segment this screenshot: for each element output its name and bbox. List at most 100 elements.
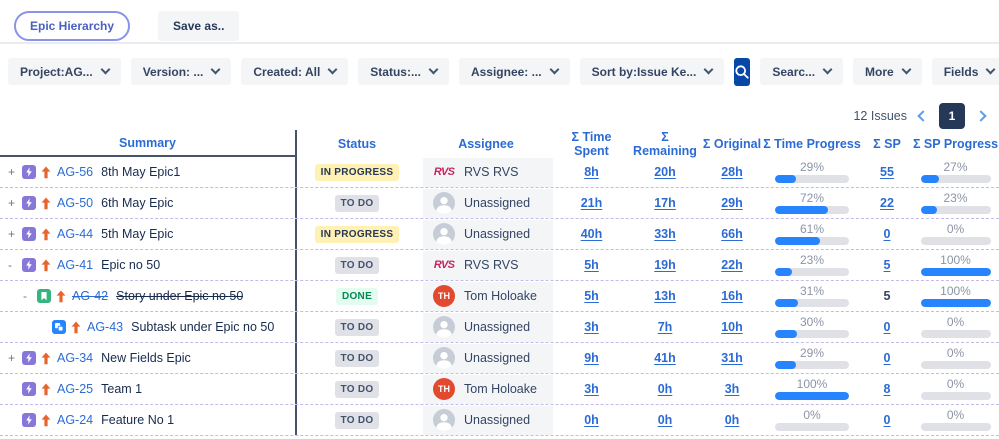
sp-progress-value: 0%	[947, 316, 964, 328]
sp-progress-value: 0%	[947, 409, 964, 421]
filter-dropdown[interactable]: Version: ...	[131, 58, 232, 85]
remaining-link[interactable]: 7h	[658, 320, 673, 334]
filter-dropdown[interactable]: Status:...	[358, 58, 449, 85]
expander-toggle[interactable]: -	[8, 258, 22, 272]
filter-dropdown[interactable]: Project:AG...	[8, 58, 121, 85]
sp-link[interactable]: 22	[880, 196, 894, 210]
sp-progress-bar: 100%	[921, 254, 991, 276]
expander-toggle[interactable]: +	[8, 196, 22, 210]
avatar: TH	[433, 285, 455, 307]
filter-label: Sort by:Issue Ke...	[592, 65, 697, 79]
original-link[interactable]: 29h	[721, 196, 743, 210]
sp-progress-value: 23%	[943, 192, 967, 204]
epic-icon	[22, 351, 36, 365]
page-number-button[interactable]: 1	[939, 103, 965, 129]
remaining-link[interactable]: 13h	[654, 289, 676, 303]
chevron-right-icon[interactable]	[975, 110, 986, 121]
issue-key-link[interactable]: AG-42	[72, 289, 108, 303]
issue-key-link[interactable]: AG-24	[57, 413, 93, 427]
search-button[interactable]	[734, 58, 750, 86]
status-badge: TO DO	[335, 381, 380, 398]
epic-icon	[22, 258, 36, 272]
column-header-2: Status	[297, 137, 417, 151]
time-spent-link[interactable]: 5h	[584, 258, 599, 272]
sp-progress-bar: 0%	[921, 409, 991, 431]
filter-dropdown[interactable]: Created: All	[241, 58, 348, 85]
remaining-link[interactable]: 20h	[654, 165, 676, 179]
time-spent-link[interactable]: 8h	[584, 165, 599, 179]
filter-dropdown[interactable]: Sort by:Issue Ke...	[580, 58, 725, 85]
epic-icon	[22, 165, 36, 179]
original-link[interactable]: 31h	[721, 351, 743, 365]
sp-progress-bar: 23%	[921, 192, 991, 214]
issue-key-link[interactable]: AG-50	[57, 196, 93, 210]
issue-key-link[interactable]: AG-34	[57, 351, 93, 365]
expander-toggle[interactable]: +	[8, 165, 22, 179]
column-header-9: Σ SP Progress	[912, 137, 999, 151]
remaining-link[interactable]: 19h	[654, 258, 676, 272]
view-selector-button[interactable]: Epic Hierarchy	[14, 11, 130, 41]
sp-link[interactable]: 0	[884, 320, 891, 334]
indent-spacer	[8, 296, 23, 297]
assignee-name: RVS RVS	[464, 165, 518, 179]
status-badge: TO DO	[335, 195, 380, 212]
original-link[interactable]: 66h	[721, 227, 743, 241]
expander-toggle[interactable]: +	[8, 227, 22, 241]
remaining-link[interactable]: 0h	[658, 413, 673, 427]
sp-link[interactable]: 55	[880, 165, 894, 179]
avatar	[433, 316, 455, 338]
table-row: + AG-50 6th May Epic TO DO Unassigned 21…	[0, 188, 999, 219]
column-header-4: Σ Time Spent	[555, 130, 628, 158]
search-dropdown[interactable]: Searc...	[760, 58, 843, 85]
status-badge: TO DO	[335, 319, 380, 336]
issue-key-link[interactable]: AG-44	[57, 227, 93, 241]
time-spent-link[interactable]: 5h	[584, 289, 599, 303]
filter-label: Project:AG...	[20, 65, 93, 79]
sp-link[interactable]: 0	[884, 227, 891, 241]
remaining-link[interactable]: 0h	[658, 382, 673, 396]
column-header-1: Summary	[0, 130, 297, 157]
time-spent-link[interactable]: 3h	[584, 382, 599, 396]
assignee-cell: TH Tom Holoake	[423, 282, 553, 311]
issues-table: SummaryStatusAssigneeΣ Time SpentΣ Remai…	[0, 130, 999, 436]
time-spent-link[interactable]: 21h	[581, 196, 603, 210]
original-link[interactable]: 0h	[725, 413, 740, 427]
save-as-button[interactable]: Save as..	[158, 11, 239, 41]
sp-link[interactable]: 0	[884, 351, 891, 365]
time-progress-bar: 29%	[775, 161, 849, 183]
original-link[interactable]: 22h	[721, 258, 743, 272]
expander-toggle[interactable]: -	[23, 289, 37, 303]
time-spent-link[interactable]: 9h	[584, 351, 599, 365]
time-progress-bar: 29%	[775, 347, 849, 369]
expander-toggle[interactable]: +	[8, 351, 22, 365]
table-body: + AG-56 8th May Epic1 IN PROGRESS RVS RV…	[0, 157, 999, 436]
sp-link[interactable]: 5	[884, 258, 891, 272]
time-spent-link[interactable]: 0h	[584, 413, 599, 427]
issue-key-link[interactable]: AG-43	[87, 320, 123, 334]
column-header-5: Σ Remaining	[628, 130, 702, 158]
sp-link[interactable]: 8	[884, 382, 891, 396]
chevron-left-icon[interactable]	[917, 110, 928, 121]
remaining-link[interactable]: 17h	[654, 196, 676, 210]
filter-dropdown[interactable]: Assignee: ...	[459, 58, 570, 85]
status-badge: TO DO	[335, 257, 380, 274]
search-dropdown-label: Searc...	[772, 65, 815, 79]
pagination: 12 Issues 1	[0, 86, 999, 130]
original-link[interactable]: 10h	[721, 320, 743, 334]
time-spent-link[interactable]: 3h	[584, 320, 599, 334]
issue-key-link[interactable]: AG-41	[57, 258, 93, 272]
original-link[interactable]: 3h	[725, 382, 740, 396]
issue-summary: 8th May Epic1	[101, 165, 180, 179]
original-link[interactable]: 28h	[721, 165, 743, 179]
time-progress-value: 29%	[800, 347, 824, 359]
issue-key-link[interactable]: AG-25	[57, 382, 93, 396]
sp-link[interactable]: 0	[884, 413, 891, 427]
fields-label: Fields	[944, 65, 979, 79]
remaining-link[interactable]: 33h	[654, 227, 676, 241]
original-link[interactable]: 16h	[721, 289, 743, 303]
time-spent-link[interactable]: 40h	[581, 227, 603, 241]
remaining-link[interactable]: 41h	[654, 351, 676, 365]
more-dropdown[interactable]: More	[853, 58, 922, 85]
issue-key-link[interactable]: AG-56	[57, 165, 93, 179]
fields-dropdown[interactable]: Fields	[932, 58, 999, 85]
